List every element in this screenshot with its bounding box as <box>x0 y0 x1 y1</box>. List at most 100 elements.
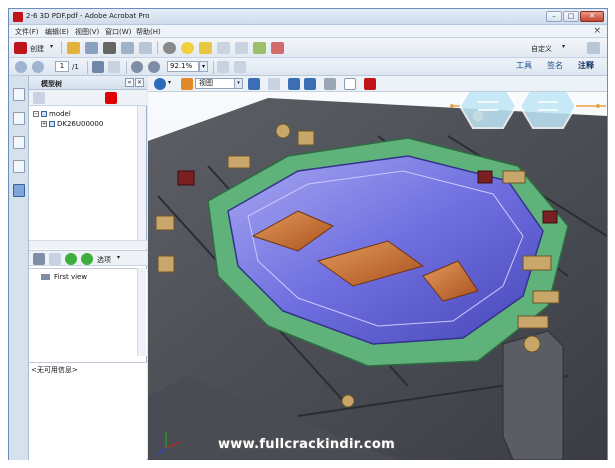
play-animation-icon[interactable] <box>268 78 280 90</box>
previous-page-icon[interactable] <box>15 61 27 73</box>
next-page-icon[interactable] <box>32 61 44 73</box>
toolbar-divider <box>126 61 127 74</box>
menu-bar: 文件(F) 编辑(E) 视图(V) 窗口(W) 帮助(H) × <box>9 25 607 38</box>
add-view-icon[interactable] <box>65 253 77 265</box>
background-color-icon[interactable] <box>344 78 356 90</box>
select-cursor-icon[interactable] <box>92 61 104 73</box>
object-info-box: <无可用信息> <box>29 362 147 460</box>
site-watermark: www.fullcrackindir.com <box>218 437 395 452</box>
cross-section-icon[interactable] <box>364 78 376 90</box>
tab-sign[interactable]: 签名 <box>547 60 563 71</box>
menu-view[interactable]: 视图(V) <box>75 27 99 37</box>
menu-window[interactable]: 窗口(W) <box>105 27 131 37</box>
tree-horizontal-scrollbar[interactable] <box>29 240 147 249</box>
zoom-dropdown-icon[interactable]: ▾ <box>199 61 208 72</box>
navigation-pane-bar <box>9 76 29 460</box>
tab-tools[interactable]: 工具 <box>516 60 532 71</box>
window-title: 2-6 3D PDF.pdf - Adobe Acrobat Pro <box>26 12 150 20</box>
tree-node-part[interactable]: + DK26U00000 <box>41 120 103 128</box>
render-mode-icon[interactable] <box>304 78 316 90</box>
toolbar-divider <box>213 61 214 74</box>
view-selector-value: 视图 <box>199 79 213 87</box>
views-options-button[interactable]: 选项 <box>97 255 111 265</box>
camera-view-icon <box>41 274 50 280</box>
visibility-checkbox[interactable] <box>41 111 47 117</box>
views-vertical-scrollbar[interactable] <box>137 268 146 356</box>
open-folder-icon[interactable] <box>67 42 80 54</box>
create-dropdown-icon[interactable]: ▾ <box>50 43 53 50</box>
model-tree-toggle-icon[interactable] <box>248 78 260 90</box>
zoom-out-icon[interactable] <box>131 61 143 73</box>
menu-edit[interactable]: 编辑(E) <box>45 27 69 37</box>
tree-options-icon[interactable] <box>33 92 45 104</box>
customize-button[interactable]: 自定义 <box>531 44 552 54</box>
delete-view-icon[interactable] <box>81 253 93 265</box>
view-selector-dropdown-icon[interactable]: ▾ <box>234 79 242 88</box>
tree-node-label: DK26U00000 <box>57 120 104 128</box>
print-icon[interactable] <box>103 42 116 54</box>
export-icon[interactable] <box>253 42 266 54</box>
document-close-icon[interactable]: × <box>593 26 601 36</box>
page-number-input[interactable]: 1 <box>55 61 69 72</box>
lighting-icon[interactable] <box>324 78 336 90</box>
page-total: /1 <box>72 63 79 71</box>
email-icon[interactable] <box>139 42 152 54</box>
rotate-tool-icon[interactable] <box>154 78 166 90</box>
combine-files-icon[interactable] <box>235 42 248 54</box>
color-swatch-icon[interactable] <box>105 92 117 104</box>
model-tree: − model + DK26U00000 <box>29 106 137 240</box>
edit-icon[interactable] <box>121 42 134 54</box>
toolbar-divider <box>61 41 62 54</box>
title-bar: 2-6 3D PDF.pdf - Adobe Acrobat Pro – □ ✕ <box>9 9 607 25</box>
views-list: First view <box>29 268 147 356</box>
views-dropdown-icon[interactable]: ▾ <box>117 254 120 261</box>
signatures-icon[interactable] <box>13 160 25 173</box>
hand-tool-icon[interactable] <box>108 61 120 73</box>
comment-bubble-icon[interactable] <box>181 42 194 54</box>
info-text: <无可用信息> <box>31 366 78 374</box>
toolbar-divider <box>87 61 88 74</box>
full-screen-icon[interactable] <box>234 61 246 73</box>
view-selector[interactable]: 视图 ▾ <box>195 78 243 89</box>
model-tree-icon[interactable] <box>13 184 25 197</box>
menu-help[interactable]: 帮助(H) <box>136 27 161 37</box>
fit-page-icon[interactable] <box>217 61 229 73</box>
3d-viewport[interactable]: ▾ 视图 ▾ <box>148 76 607 460</box>
projection-icon[interactable] <box>288 78 300 90</box>
views-toolbar: 选项 ▾ <box>29 250 147 266</box>
expand-toggle-icon[interactable]: − <box>33 111 39 117</box>
toolbar-divider <box>157 41 158 54</box>
tool-dropdown-icon[interactable]: ▾ <box>168 79 171 86</box>
bookmarks-icon[interactable] <box>13 112 25 125</box>
zoom-in-icon[interactable] <box>148 61 160 73</box>
visibility-checkbox[interactable] <box>49 121 55 127</box>
menu-file[interactable]: 文件(F) <box>15 27 39 37</box>
close-button[interactable]: ✕ <box>580 11 604 22</box>
panel-close-icon[interactable]: × <box>135 78 144 87</box>
create-button[interactable]: 创建 <box>30 44 44 54</box>
zoom-level-input[interactable]: 92.1% <box>167 61 199 72</box>
acrobat-app-icon <box>13 12 23 22</box>
home-view-icon[interactable] <box>181 78 193 90</box>
maximize-button[interactable]: □ <box>563 11 579 22</box>
panel-header: 模型树 « × <box>29 76 147 90</box>
pages-icon[interactable] <box>13 88 25 101</box>
tree-node-model[interactable]: − model <box>33 110 71 118</box>
new-view-icon[interactable] <box>49 253 61 265</box>
save-icon[interactable] <box>85 42 98 54</box>
protect-icon[interactable] <box>271 42 284 54</box>
views-options-icon[interactable] <box>33 253 45 265</box>
document-icon[interactable] <box>217 42 230 54</box>
create-icon[interactable] <box>14 42 27 54</box>
expand-icon[interactable] <box>587 42 600 54</box>
attachments-icon[interactable] <box>13 136 25 149</box>
view-item[interactable]: First view <box>41 273 87 281</box>
minimize-button[interactable]: – <box>546 11 562 22</box>
expand-toggle-icon[interactable]: + <box>41 121 47 127</box>
tree-vertical-scrollbar[interactable] <box>137 106 146 240</box>
collapse-panel-icon[interactable]: « <box>125 78 134 87</box>
sticky-note-icon[interactable] <box>199 42 212 54</box>
settings-gear-icon[interactable] <box>163 42 176 54</box>
customize-dropdown-icon[interactable]: ▾ <box>562 43 565 50</box>
tab-comment[interactable]: 注释 <box>578 60 594 71</box>
